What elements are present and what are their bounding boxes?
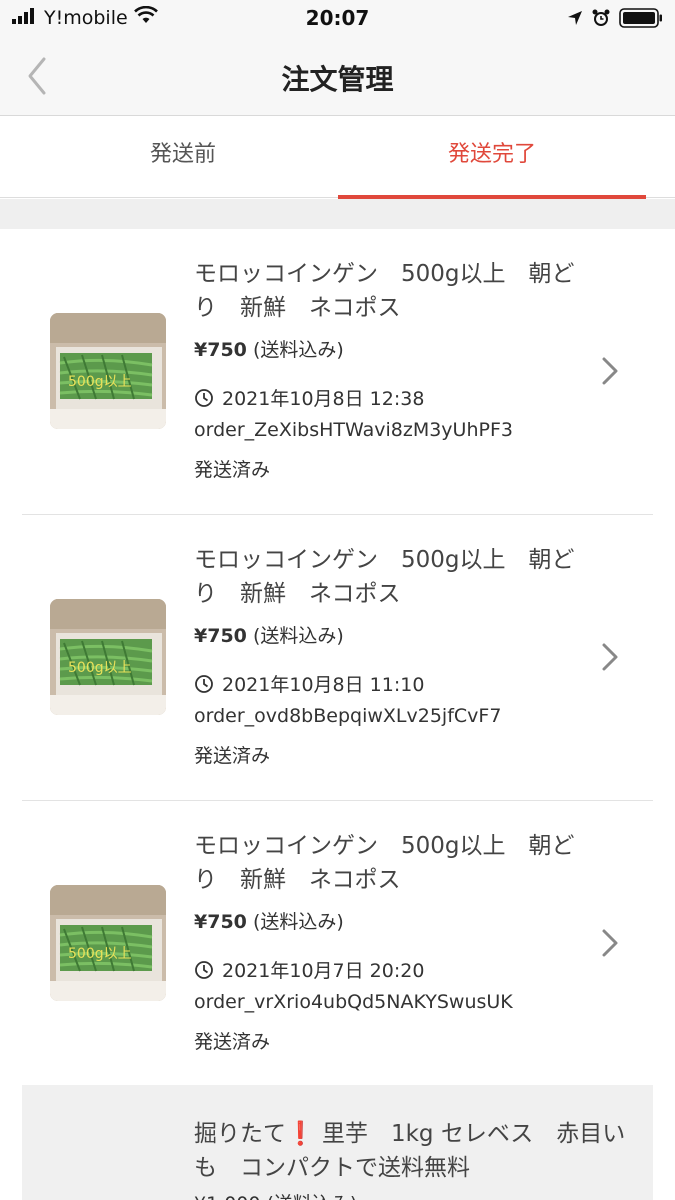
product-thumbnail: 500g以上 xyxy=(50,885,166,1001)
clock-icon xyxy=(195,674,213,693)
order-list-item[interactable]: 500g以上 モロッコインゲン 500g以上 朝どり 新鮮 ネコポス ¥750 … xyxy=(22,801,653,1087)
order-list-item[interactable]: 500g以上 モロッコインゲン 500g以上 朝どり 新鮮 ネコポス ¥750 … xyxy=(22,515,653,801)
order-id: order_ZeXibsHTWavi8zM3yUhPF3 xyxy=(194,419,513,441)
chevron-right-icon xyxy=(602,929,618,957)
product-price: ¥750 (送料込み) xyxy=(194,621,344,648)
thumbnail-caption: 500g以上 xyxy=(68,946,132,962)
tab-shipping-complete[interactable]: 発送完了 xyxy=(338,116,646,198)
status-right xyxy=(567,8,663,32)
product-thumbnail: 500g以上 xyxy=(50,313,166,429)
title-prefix: 掘りたて xyxy=(194,1121,286,1147)
order-id: order_vrXrio4ubQd5NAKYSwusUK xyxy=(194,991,513,1013)
order-date-text: 2021年10月7日 20:20 xyxy=(222,960,425,982)
product-price: ¥1,000 (送料込み) xyxy=(194,1189,357,1200)
order-id: order_ovd8bBepqiwXLv25jfCvF7 xyxy=(194,705,502,727)
chevron-right-icon xyxy=(602,357,618,385)
order-date-text: 2021年10月8日 11:10 xyxy=(222,674,425,696)
location-icon xyxy=(567,10,583,30)
order-date-text: 2021年10月8日 12:38 xyxy=(222,388,425,410)
product-price: ¥750 (送料込み) xyxy=(194,335,344,362)
thumbnail-caption: 500g以上 xyxy=(68,660,132,676)
status-bar: Y!mobile 20:07 xyxy=(0,0,675,38)
shipping-note: (送料込み) xyxy=(252,339,344,361)
order-list-item[interactable]: 掘りたて❗ 里芋 1kg セレベス 赤目いも コンパクトで送料無料 ¥1,000… xyxy=(22,1085,653,1200)
price-value: ¥750 xyxy=(194,911,247,933)
product-title: 掘りたて❗ 里芋 1kg セレベス 赤目いも コンパクトで送料無料 xyxy=(194,1117,634,1185)
clock-icon xyxy=(195,388,213,407)
price-value: ¥750 xyxy=(194,625,247,647)
navigation-bar: 注文管理 xyxy=(0,38,675,116)
shipping-note: (送料込み) xyxy=(252,625,344,647)
product-price: ¥750 (送料込み) xyxy=(194,907,344,934)
shipping-status: 発送済み xyxy=(194,459,271,481)
product-title: モロッコインゲン 500g以上 朝どり 新鮮 ネコポス xyxy=(194,547,575,607)
order-date: 2021年10月8日 12:38 xyxy=(194,384,424,411)
shipping-status: 発送済み xyxy=(194,745,271,767)
exclamation-icon: ❗ xyxy=(286,1121,315,1147)
chevron-right-icon xyxy=(602,643,618,671)
product-title: モロッコインゲン 500g以上 朝どり 新鮮 ネコポス xyxy=(194,261,575,321)
page-title: 注文管理 xyxy=(281,63,394,96)
tab-bar: 発送前 発送完了 xyxy=(0,116,675,198)
order-list-item[interactable]: 500g以上 モロッコインゲン 500g以上 朝どり 新鮮 ネコポス ¥750 … xyxy=(22,229,653,515)
shipping-status: 発送済み xyxy=(194,1031,271,1053)
product-thumbnail: 500g以上 xyxy=(50,599,166,715)
order-date: 2021年10月8日 11:10 xyxy=(194,670,424,697)
tab-before-shipping[interactable]: 発送前 xyxy=(30,116,336,198)
thumbnail-caption: 500g以上 xyxy=(68,374,132,390)
shipping-note: (送料込み) xyxy=(252,911,344,933)
clock-icon xyxy=(195,960,213,979)
price-value: ¥750 xyxy=(194,339,247,361)
list-top-spacer xyxy=(0,199,675,229)
battery-icon xyxy=(619,8,663,32)
order-date: 2021年10月7日 20:20 xyxy=(194,956,424,983)
product-title: モロッコインゲン 500g以上 朝どり 新鮮 ネコポス xyxy=(194,833,575,893)
alarm-icon xyxy=(591,8,611,32)
